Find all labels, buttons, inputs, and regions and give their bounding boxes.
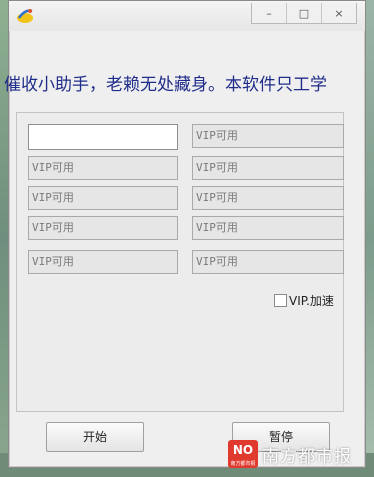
account-field-8[interactable]: VIP可用 [192, 186, 344, 210]
account-field-1[interactable] [28, 124, 178, 150]
window-controls: – □ × [251, 3, 357, 24]
minimize-button[interactable]: – [252, 3, 287, 23]
account-field-5[interactable]: VIP可用 [28, 250, 178, 274]
newspaper-logo: NO 南方都市报 [228, 440, 258, 468]
account-field-6[interactable]: VIP可用 [192, 124, 344, 148]
fields-grid: VIP可用 VIP可用 VIP可用 VIP可用 VIP可用 VIP可用 VIP可… [24, 118, 346, 282]
account-field-9[interactable]: VIP可用 [192, 216, 344, 240]
close-button[interactable]: × [322, 3, 356, 23]
account-field-2[interactable]: VIP可用 [28, 156, 178, 180]
maximize-button[interactable]: □ [287, 3, 322, 23]
account-field-7[interactable]: VIP可用 [192, 156, 344, 180]
account-field-10[interactable]: VIP可用 [192, 250, 344, 274]
marquee-text: 催收小助手，老赖无处藏身。本软件只工学 [4, 75, 327, 95]
newspaper-watermark: NO 南方都市报 南方都市报 [228, 440, 352, 468]
account-field-4[interactable]: VIP可用 [28, 216, 178, 240]
app-logo-icon [17, 9, 33, 23]
account-field-3[interactable]: VIP可用 [28, 186, 178, 210]
vip-speed-label: VIP.加速 [289, 293, 334, 308]
watermark-text: 南方都市报 [262, 446, 352, 467]
checkbox-box[interactable] [274, 293, 287, 307]
start-button[interactable]: 开始 [46, 422, 144, 452]
vip-speed-checkbox[interactable]: VIP.加速 [274, 292, 334, 308]
title-bar[interactable]: – □ × [9, 1, 365, 31]
